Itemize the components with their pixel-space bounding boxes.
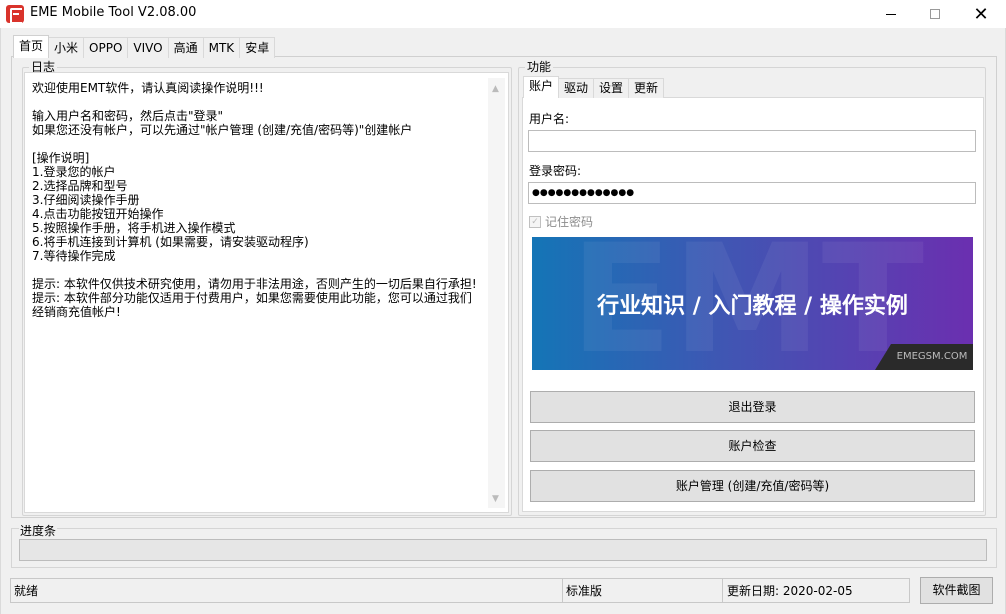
function-group-label: 功能 (525, 60, 554, 74)
window-title: EME Mobile Tool V2.08.00 (30, 5, 197, 20)
status-update-date: 更新日期: 2020-02-05 (727, 584, 853, 598)
close-button[interactable]: ✕ (958, 0, 1004, 28)
promo-banner[interactable]: EMT 行业知识 / 入门教程 / 操作实例 EMEGSM.COM (532, 237, 973, 370)
main-tab-strip: 首页 小米 OPPO VIVO 高通 MTK 安卓 (13, 35, 276, 58)
tab-account[interactable]: 账户 (523, 76, 560, 98)
logout-button[interactable]: 退出登录 (530, 391, 975, 423)
status-edition: 标准版 (563, 579, 723, 602)
tab-home[interactable]: 首页 (13, 35, 50, 58)
tab-settings[interactable]: 设置 (593, 78, 630, 98)
title-bar: EME Mobile Tool V2.08.00 ✕ (0, 0, 1006, 28)
username-label: 用户名: (529, 112, 570, 126)
username-field[interactable] (528, 130, 976, 152)
screenshot-button[interactable]: 软件截图 (920, 577, 993, 604)
remember-password-checkbox[interactable]: ✓ 记住密码 (529, 213, 593, 230)
tab-update[interactable]: 更新 (628, 78, 665, 98)
scroll-up-icon[interactable]: ▲ (492, 84, 499, 94)
tab-mtk[interactable]: MTK (202, 37, 241, 58)
tab-vivo[interactable]: VIVO (127, 37, 169, 58)
remember-password-label: 记住密码 (545, 215, 594, 229)
app-logo-icon (6, 5, 24, 24)
tab-qualcomm[interactable]: 高通 (167, 37, 204, 58)
status-bar: 就绪 标准版 更新日期: 2020-02-05 (10, 578, 910, 603)
close-icon: ✕ (973, 3, 989, 25)
account-manage-button[interactable]: 账户管理 (创建/充值/密码等) (530, 470, 975, 502)
maximize-icon (930, 9, 940, 19)
tab-android[interactable]: 安卓 (239, 37, 276, 58)
password-field[interactable]: ●●●●●●●●●●●●● (528, 182, 976, 204)
status-state: 就绪 (11, 579, 563, 602)
minimize-button[interactable] (868, 0, 914, 28)
progress-bar (19, 539, 987, 561)
function-tab-strip: 账户 驱动 设置 更新 (523, 76, 665, 98)
maximize-button[interactable] (912, 0, 958, 28)
checkmark-icon: ✓ (529, 215, 541, 228)
password-label: 登录密码: (529, 164, 582, 178)
banner-headline: 行业知识 / 入门教程 / 操作实例 (597, 294, 908, 319)
progress-label: 进度条 (19, 522, 58, 539)
log-content: 欢迎使用EMT软件，请认真阅读操作说明!!! 输入用户名和密码，然后点击"登录"… (32, 81, 490, 511)
log-scrollbar[interactable] (488, 78, 505, 508)
tab-oppo[interactable]: OPPO (83, 37, 129, 58)
scroll-down-icon[interactable]: ▼ (492, 494, 499, 504)
tab-driver[interactable]: 驱动 (558, 78, 595, 98)
banner-site-tag: EMEGSM.COM (875, 344, 973, 370)
tab-xiaomi[interactable]: 小米 (48, 37, 85, 58)
account-check-button[interactable]: 账户检查 (530, 430, 975, 462)
minimize-icon (886, 13, 896, 15)
